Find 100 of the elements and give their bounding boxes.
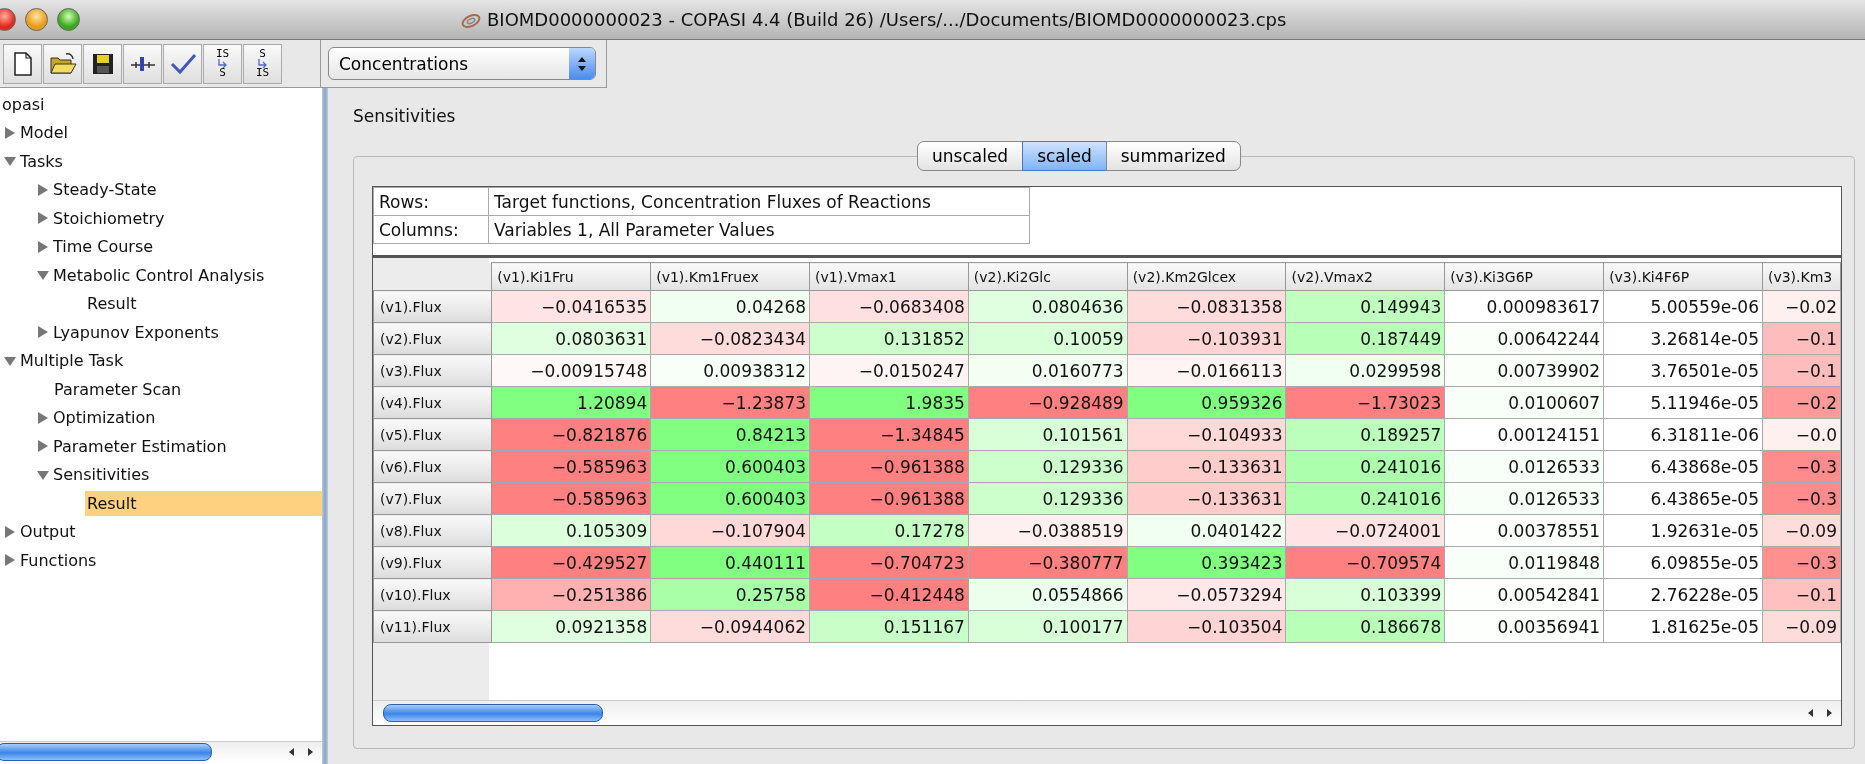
column-header[interactable]: (v2).Vmax2 [1285, 262, 1445, 291]
commit-button[interactable] [123, 43, 162, 84]
tree-item[interactable]: Functions [18, 547, 99, 573]
collapsed-arrow-icon[interactable] [4, 126, 16, 139]
horizontal-scrollbar[interactable] [373, 700, 1841, 725]
tree-item[interactable]: Multiple Task [18, 348, 126, 374]
table-cell: 0.186678 [1285, 610, 1445, 643]
table-cell: −0.585963 [491, 450, 651, 483]
table-cell: 2.76228e-05 [1603, 578, 1763, 611]
collapsed-arrow-icon[interactable] [4, 554, 16, 567]
convert-button[interactable]: S IS [243, 43, 282, 84]
convert-button[interactable]: IS S [203, 43, 242, 84]
row-header[interactable]: (v6).Flux [373, 450, 492, 483]
table-cell: 0.101561 [968, 418, 1128, 451]
column-header[interactable]: (v1).Ki1Fru [491, 262, 651, 291]
table-cell: 0.103399 [1285, 578, 1445, 611]
table-cell: −0.0416535 [491, 290, 651, 323]
collapsed-arrow-icon[interactable] [37, 411, 49, 424]
table-cell: 0.17278 [809, 514, 969, 547]
row-header[interactable]: (v8).Flux [373, 514, 492, 547]
row-header[interactable]: (v7).Flux [373, 482, 492, 515]
row-header[interactable]: (v11).Flux [373, 610, 492, 643]
expanded-arrow-icon[interactable] [37, 468, 49, 481]
collapsed-arrow-icon[interactable] [4, 525, 16, 538]
collapsed-arrow-icon[interactable] [37, 326, 49, 339]
table-cell: −0.104933 [1127, 418, 1286, 451]
table-cell: −0.1 [1762, 354, 1841, 387]
column-header[interactable]: (v1).Km1Fruex [650, 262, 810, 291]
tab[interactable]: summarized [1105, 141, 1241, 171]
table-cell: 0.000983617 [1444, 290, 1604, 323]
table-cell: 0.600403 [650, 482, 810, 515]
zoom-button[interactable] [57, 8, 80, 31]
collapsed-arrow-icon[interactable] [37, 240, 49, 253]
row-header[interactable]: (v10).Flux [373, 578, 492, 611]
info-value: Variables 1, All Parameter Values [488, 215, 1030, 244]
table-cell: 0.131852 [809, 322, 969, 355]
table-cell: 0.129336 [968, 482, 1128, 515]
table-cell: 1.9835 [809, 386, 969, 419]
table-cell: 0.105309 [491, 514, 651, 547]
tree-item[interactable]: Result [85, 490, 322, 516]
table-cell: 3.76501e-05 [1603, 354, 1763, 387]
table-cell: −0.3 [1762, 546, 1841, 579]
tree-item[interactable]: opasi [0, 91, 47, 117]
minimize-button[interactable] [25, 8, 48, 31]
quantity-dropdown[interactable]: Concentrations [328, 47, 596, 80]
table-cell: −0.0166113 [1127, 354, 1286, 387]
tree-item[interactable]: Parameter Estimation [51, 433, 229, 459]
tab[interactable]: scaled [1022, 141, 1107, 171]
table-cell: −0.0724001 [1285, 514, 1445, 547]
tree-item[interactable]: Lyapunov Exponents [51, 319, 221, 345]
expanded-arrow-icon[interactable] [37, 269, 49, 282]
window-title: BIOMD0000000023 - COPASI 4.4 (Build 26) /Users/.../Documents/BIOMD0000000023.cps [487, 9, 1287, 30]
horizontal-scrollbar[interactable] [0, 741, 322, 762]
tree-item[interactable]: Tasks [18, 148, 65, 174]
tree-item[interactable]: Model [18, 120, 71, 146]
info-value: Target functions, Concentration Fluxes of Reactions [488, 187, 1030, 216]
collapsed-arrow-icon[interactable] [37, 440, 49, 453]
collapsed-arrow-icon[interactable] [37, 183, 49, 196]
tab[interactable]: unscaled [917, 141, 1024, 171]
table-cell: 0.00542841 [1444, 578, 1604, 611]
row-header[interactable]: (v9).Flux [373, 546, 492, 579]
table-cell: 1.92631e-05 [1603, 514, 1763, 547]
bent-arrow-icon [258, 59, 267, 68]
tree-item[interactable]: Stoichiometry [51, 205, 167, 231]
column-header[interactable]: (v3).Km3 [1762, 262, 1841, 291]
open-folder-button[interactable] [43, 43, 82, 84]
column-header[interactable]: (v2).Km2Glcex [1127, 262, 1286, 291]
tree-item[interactable]: Output [18, 519, 78, 545]
table-cell: −1.23873 [650, 386, 810, 419]
table-cell: 0.84213 [650, 418, 810, 451]
column-header[interactable]: (v3).Ki4F6P [1603, 262, 1763, 291]
table-cell: 0.00938312 [650, 354, 810, 387]
table-cell: 0.0126533 [1444, 482, 1604, 515]
check-button[interactable] [163, 43, 202, 84]
table-cell: −0.103504 [1127, 610, 1286, 643]
row-header[interactable]: (v3).Flux [373, 354, 492, 387]
column-header[interactable]: (v2).Ki2Glc [968, 262, 1128, 291]
tree-item[interactable]: Result [85, 291, 139, 317]
tree-item[interactable]: Metabolic Control Analysis [51, 262, 267, 288]
expanded-arrow-icon[interactable] [4, 155, 16, 168]
tree-item[interactable]: Optimization [51, 405, 158, 431]
save-button[interactable] [83, 43, 122, 84]
table-cell: 0.25758 [650, 578, 810, 611]
tree-item[interactable]: Sensitivities [51, 462, 152, 488]
tree-item[interactable]: Steady-State [51, 177, 159, 203]
table-cell: −0.0573294 [1127, 578, 1286, 611]
row-header[interactable]: (v5).Flux [373, 418, 492, 451]
tree-item[interactable]: Parameter Scan [52, 376, 184, 402]
new-document-button[interactable] [3, 43, 42, 84]
table-cell: −0.251386 [491, 578, 651, 611]
tree-item[interactable]: Time Course [51, 234, 156, 260]
collapsed-arrow-icon[interactable] [37, 212, 49, 225]
table-cell: −0.961388 [809, 482, 969, 515]
expanded-arrow-icon[interactable] [4, 354, 16, 367]
row-header[interactable]: (v2).Flux [373, 322, 492, 355]
table-cell: 0.0401422 [1127, 514, 1286, 547]
row-header[interactable]: (v1).Flux [373, 290, 492, 323]
column-header[interactable]: (v3).Ki3G6P [1444, 262, 1604, 291]
row-header[interactable]: (v4).Flux [373, 386, 492, 419]
column-header[interactable]: (v1).Vmax1 [809, 262, 969, 291]
